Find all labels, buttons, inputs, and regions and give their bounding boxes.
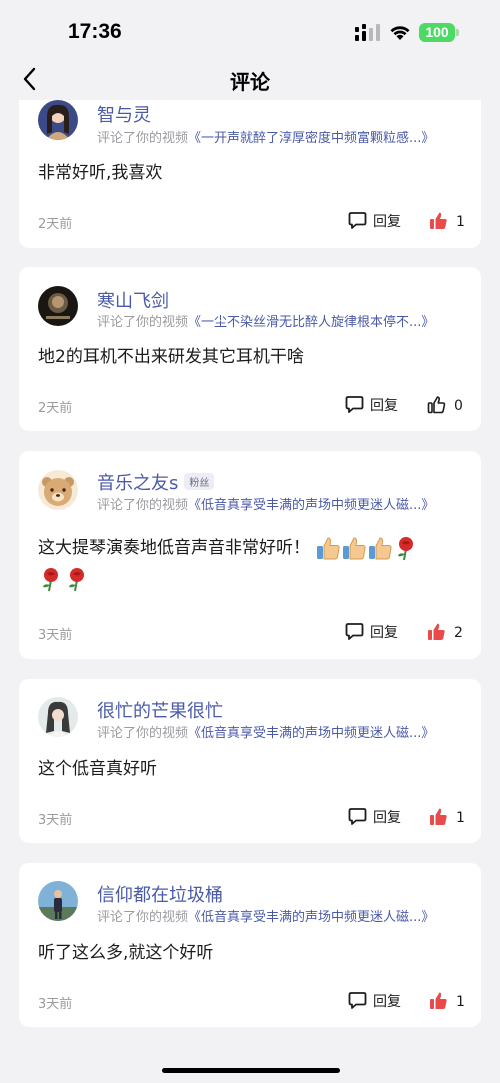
- thumbs-up-filled-icon: [428, 623, 445, 640]
- reply-label: 回复: [370, 625, 398, 641]
- comment-feed[interactable]: 智与灵 评论了你的视频《一开声就醉了淳厚密度中频富颗粒感...》 非常好听,我喜…: [0, 100, 500, 1058]
- reply-button[interactable]: 回复: [348, 211, 401, 231]
- comment-time: 3天前: [38, 628, 73, 643]
- rose-emoji: [43, 568, 58, 592]
- user-name[interactable]: 信仰都在垃圾桶: [97, 881, 223, 907]
- thumbs-up-filled-icon: [430, 992, 447, 1009]
- video-link[interactable]: 《一开声就醉了淳厚密度中频富颗粒感...》: [188, 131, 434, 146]
- user-name-text: 音乐之友s: [97, 473, 179, 494]
- comment-time: 3天前: [38, 813, 73, 828]
- rose-emoji: [69, 568, 84, 592]
- thumbs-up-emoji: [317, 537, 340, 560]
- like-count: 1: [456, 994, 465, 1010]
- activity-prefix: 评论了你的视频: [97, 726, 189, 741]
- comment-time: 2天前: [38, 401, 73, 416]
- thumbs-up-emoji: [369, 537, 392, 560]
- thumbs-up-outline-icon: [427, 396, 446, 414]
- user-name[interactable]: 智与灵: [97, 101, 151, 127]
- activity-line: 评论了你的视频《低音真享受丰满的声场中频更迷人磁...》: [97, 906, 434, 925]
- activity-prefix: 评论了你的视频: [97, 498, 189, 513]
- video-link[interactable]: 《低音真享受丰满的声场中频更迷人磁...》: [188, 498, 434, 513]
- like-button[interactable]: 0: [427, 395, 463, 414]
- comment-card: 很忙的芒果很忙 评论了你的视频《低音真享受丰满的声场中频更迷人磁...》 这个低…: [19, 679, 481, 843]
- comment-card: 寒山飞剑 评论了你的视频《一尘不染丝滑无比醉人旋律根本停不...》 地2的耳机不…: [19, 267, 481, 431]
- thumbs-up-filled-icon: [430, 808, 447, 825]
- comment-text: 这个低音真好听: [38, 759, 157, 779]
- wifi-icon: [390, 26, 410, 40]
- comment-text: 地2的耳机不出来研发其它耳机干啥: [38, 347, 304, 367]
- activity-prefix: 评论了你的视频: [97, 315, 189, 330]
- like-button[interactable]: 2: [427, 622, 463, 641]
- like-count: 0: [454, 398, 463, 414]
- like-button[interactable]: 1: [429, 991, 465, 1010]
- avatar[interactable]: [38, 470, 78, 510]
- status-time: 17:36: [68, 20, 122, 43]
- comment-text: 这大提琴演奏地低音声音非常好听！: [38, 533, 451, 595]
- comment-bubble-icon: [345, 396, 364, 413]
- avatar[interactable]: [38, 697, 78, 737]
- user-name[interactable]: 很忙的芒果很忙: [97, 697, 223, 723]
- user-name[interactable]: 寒山飞剑: [97, 287, 169, 313]
- reply-button[interactable]: 回复: [345, 622, 398, 642]
- avatar[interactable]: [38, 286, 78, 326]
- fan-badge: 粉丝: [184, 473, 215, 490]
- comment-time: 2天前: [38, 217, 73, 232]
- thumbs-up-emoji: [343, 537, 366, 560]
- comment-card: 智与灵 评论了你的视频《一开声就醉了淳厚密度中频富颗粒感...》 非常好听,我喜…: [19, 100, 481, 248]
- like-count: 1: [456, 214, 465, 230]
- video-link[interactable]: 《低音真享受丰满的声场中频更迷人磁...》: [188, 726, 434, 741]
- thumbs-up-filled-icon: [430, 212, 447, 229]
- like-count: 2: [454, 625, 463, 641]
- reply-label: 回复: [373, 214, 401, 230]
- activity-prefix: 评论了你的视频: [97, 910, 189, 925]
- page-title: 评论: [230, 70, 270, 94]
- activity-prefix: 评论了你的视频: [97, 131, 189, 146]
- avatar[interactable]: [38, 881, 78, 921]
- nav-bar: 评论: [0, 62, 500, 100]
- comment-text: 听了这么多,就这个好听: [38, 943, 214, 963]
- reply-label: 回复: [373, 810, 401, 826]
- activity-line: 评论了你的视频《低音真享受丰满的声场中频更迷人磁...》: [97, 494, 434, 513]
- reply-button[interactable]: 回复: [348, 991, 401, 1011]
- activity-line: 评论了你的视频《一开声就醉了淳厚密度中频富颗粒感...》: [97, 127, 434, 146]
- reply-label: 回复: [370, 398, 398, 414]
- reply-button[interactable]: 回复: [345, 395, 398, 415]
- like-button[interactable]: 1: [429, 807, 465, 826]
- comment-bubble-icon: [348, 212, 367, 229]
- home-indicator[interactable]: [162, 1068, 340, 1073]
- like-button[interactable]: 1: [429, 211, 465, 230]
- comment-time: 3天前: [38, 997, 73, 1012]
- video-link[interactable]: 《低音真享受丰满的声场中频更迷人磁...》: [188, 910, 434, 925]
- comment-text-content: 这大提琴演奏地低音声音非常好听！: [38, 538, 310, 558]
- comment-bubble-icon: [348, 992, 367, 1009]
- status-bar: 17:36 100: [0, 0, 500, 62]
- reply-label: 回复: [373, 994, 401, 1010]
- cellular-signal-icon: [355, 24, 380, 41]
- video-link[interactable]: 《一尘不染丝滑无比醉人旋律根本停不...》: [188, 315, 434, 330]
- comment-text: 非常好听,我喜欢: [38, 163, 163, 183]
- comment-bubble-icon: [345, 623, 364, 640]
- avatar[interactable]: [38, 100, 78, 140]
- comment-card: 音乐之友s 粉丝 评论了你的视频《低音真享受丰满的声场中频更迷人磁...》 这大提…: [19, 451, 481, 659]
- user-name[interactable]: 音乐之友s 粉丝: [97, 469, 215, 495]
- activity-line: 评论了你的视频《低音真享受丰满的声场中频更迷人磁...》: [97, 722, 434, 741]
- comment-bubble-icon: [348, 808, 367, 825]
- comment-card: 信仰都在垃圾桶 评论了你的视频《低音真享受丰满的声场中频更迷人磁...》 听了这…: [19, 863, 481, 1027]
- activity-line: 评论了你的视频《一尘不染丝滑无比醉人旋律根本停不...》: [97, 311, 434, 330]
- battery-indicator: 100: [419, 23, 459, 42]
- rose-emoji: [398, 537, 414, 561]
- like-count: 1: [456, 810, 465, 826]
- reply-button[interactable]: 回复: [348, 807, 401, 827]
